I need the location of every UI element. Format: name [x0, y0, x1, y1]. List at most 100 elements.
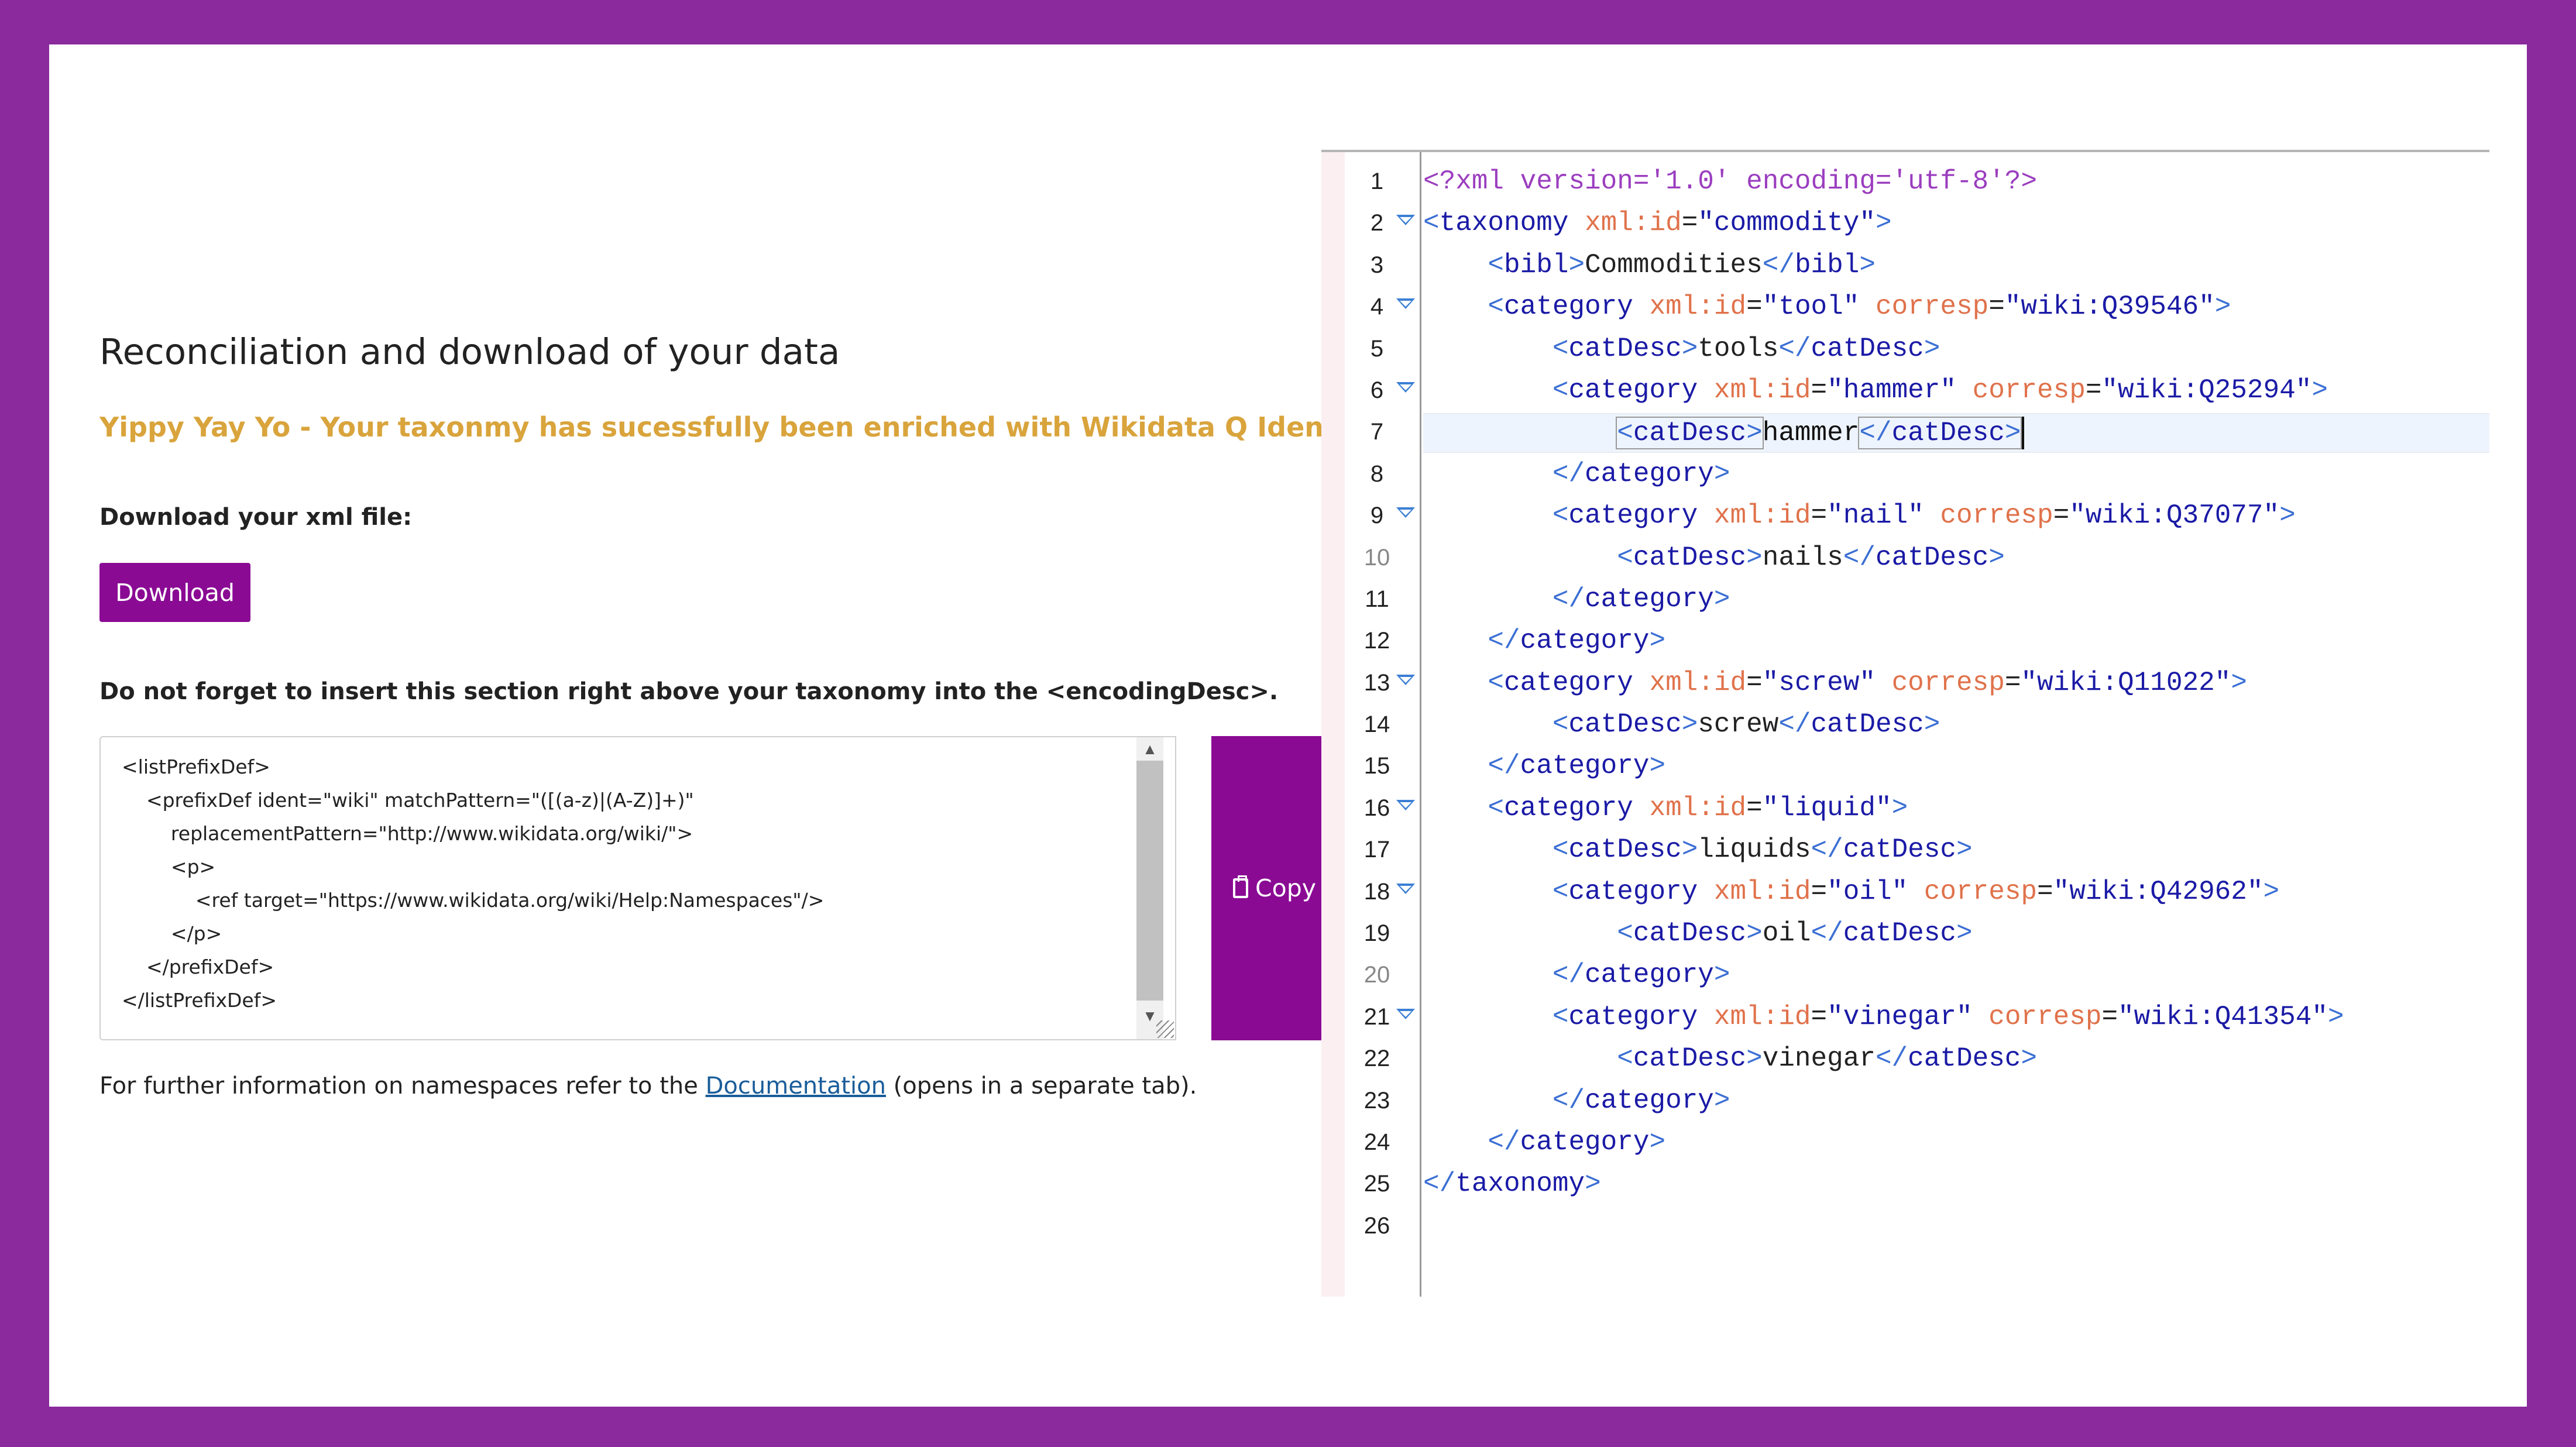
- editor-line[interactable]: 17 <catDesc>liquids</catDesc>: [1321, 831, 2489, 872]
- editor-line[interactable]: 23 </category>: [1321, 1082, 2489, 1123]
- code-line-text: <?xml version='1.0' encoding='utf-8'?>: [1423, 166, 2037, 197]
- editor-line[interactable]: 20 </category>: [1321, 956, 2489, 998]
- code-line-text: <category xml:id="tool" corresp="wiki:Q3…: [1488, 291, 2231, 322]
- line-number: 16: [1363, 795, 1390, 821]
- editor-line[interactable]: 7 <catDesc>hammer</catDesc>: [1321, 413, 2489, 455]
- fold-arrow-icon[interactable]: [1396, 298, 1415, 310]
- editor-line[interactable]: 4 <category xml:id="tool" corresp="wiki:…: [1321, 288, 2489, 329]
- clipboard-icon: [1232, 875, 1248, 898]
- page-title: Reconciliation and download of your data: [99, 331, 840, 373]
- editor-line[interactable]: 1 <?xml version='1.0' encoding='utf-8'?>: [1321, 163, 2489, 204]
- fold-arrow-icon[interactable]: [1396, 507, 1415, 518]
- line-number: 2: [1370, 210, 1384, 236]
- text-cursor: [2022, 417, 2025, 450]
- code-line-text: <catDesc>liquids</catDesc>: [1552, 834, 1973, 865]
- line-number: 11: [1365, 586, 1389, 612]
- line-number: 7: [1370, 419, 1384, 445]
- code-line-text: </category>: [1488, 751, 1666, 782]
- success-message: Yippy Yay Yo - Your taxonmy has sucessfu…: [99, 411, 1426, 443]
- code-line-text: <catDesc>screw</catDesc>: [1552, 709, 1940, 740]
- download-button[interactable]: Download: [99, 563, 250, 622]
- editor-line[interactable]: 24 </category>: [1321, 1123, 2489, 1165]
- code-line-text: <category xml:id="screw" corresp="wiki:Q…: [1488, 667, 2247, 698]
- prefix-def-code: <listPrefixDef> <prefixDef ident="wiki" …: [122, 755, 825, 1012]
- fold-arrow-icon[interactable]: [1396, 883, 1415, 894]
- line-number: 22: [1363, 1046, 1390, 1072]
- further-info-suffix: (opens in a separate tab).: [885, 1073, 1197, 1099]
- editor-line[interactable]: 10 <catDesc>nails</catDesc>: [1321, 539, 2489, 580]
- line-number: 10: [1363, 544, 1390, 570]
- editor-line[interactable]: 3 <bibl>Commodities</bibl>: [1321, 246, 2489, 288]
- line-number: 14: [1363, 712, 1390, 738]
- line-number: 15: [1363, 753, 1390, 779]
- editor-line[interactable]: 13 <category xml:id="screw" corresp="wik…: [1321, 664, 2489, 706]
- line-number: 21: [1363, 1003, 1390, 1030]
- documentation-link[interactable]: Documentation: [706, 1073, 886, 1099]
- line-number: 20: [1363, 962, 1390, 988]
- line-number: 5: [1370, 335, 1384, 362]
- line-number: 4: [1370, 294, 1384, 320]
- code-line-text: <taxonomy xml:id="commodity">: [1423, 208, 1892, 239]
- editor-lines: 1 <?xml version='1.0' encoding='utf-8'?> 2…: [1321, 163, 2489, 1249]
- editor-line[interactable]: 14 <catDesc>screw</catDesc>: [1321, 706, 2489, 747]
- code-line-text: <bibl>Commodities</bibl>: [1488, 249, 1876, 280]
- code-line-text: <category xml:id="nail" corresp="wiki:Q3…: [1552, 500, 2296, 531]
- scroll-up-icon[interactable]: ▲: [1136, 737, 1163, 761]
- code-line-text: </category>: [1552, 1085, 1730, 1116]
- line-number: 6: [1370, 377, 1384, 403]
- editor-line[interactable]: 5 <catDesc>tools</catDesc>: [1321, 330, 2489, 372]
- fold-arrow-icon[interactable]: [1396, 215, 1415, 226]
- editor-line[interactable]: 2 <taxonomy xml:id="commodity">: [1321, 204, 2489, 246]
- line-number: 13: [1363, 669, 1390, 696]
- code-line-text: <category xml:id="liquid">: [1488, 792, 1908, 823]
- code-line-text: </category>: [1488, 1126, 1666, 1157]
- prefix-def-textarea[interactable]: <listPrefixDef> <prefixDef ident="wiki" …: [99, 736, 1176, 1040]
- copy-button-label: Copy: [1255, 874, 1316, 902]
- editor-line[interactable]: 15 </category>: [1321, 747, 2489, 789]
- editor-line[interactable]: 16 <category xml:id="liquid">: [1321, 789, 2489, 831]
- code-line-text: <catDesc>oil</catDesc>: [1617, 918, 1973, 949]
- editor-line[interactable]: 11 </category>: [1321, 580, 2489, 622]
- scroll-thumb[interactable]: [1136, 761, 1163, 1001]
- code-line-text: </category>: [1552, 960, 1730, 991]
- further-info: For further information on namespaces re…: [99, 1073, 1197, 1099]
- code-line-text: <catDesc>tools</catDesc>: [1552, 333, 1940, 364]
- editor-line[interactable]: 25 </taxonomy>: [1321, 1165, 2489, 1207]
- editor-line[interactable]: 21 <category xml:id="vinegar" corresp="w…: [1321, 998, 2489, 1040]
- xml-editor[interactable]: 1 <?xml version='1.0' encoding='utf-8'?> 2…: [1321, 150, 2489, 1297]
- code-line-text: <catDesc>vinegar</catDesc>: [1617, 1043, 2038, 1074]
- fold-arrow-icon[interactable]: [1396, 381, 1415, 393]
- main-panel: Reconciliation and download of your data…: [49, 44, 2527, 1407]
- line-number: 8: [1370, 460, 1384, 487]
- resize-grip-icon[interactable]: [1156, 1020, 1174, 1038]
- fold-arrow-icon[interactable]: [1396, 674, 1415, 685]
- copy-button[interactable]: Copy: [1211, 736, 1338, 1040]
- code-line-text: <category xml:id="vinegar" corresp="wiki…: [1552, 1001, 2344, 1032]
- code-line-text: <category xml:id="oil" corresp="wiki:Q42…: [1552, 876, 2280, 907]
- insert-note: Do not forget to insert this section rig…: [99, 678, 1279, 705]
- line-number: 12: [1363, 628, 1390, 654]
- fold-arrow-icon[interactable]: [1396, 1008, 1415, 1019]
- line-number: 26: [1363, 1212, 1390, 1239]
- code-line-text: </category>: [1552, 583, 1730, 614]
- code-line-text: </category>: [1488, 625, 1666, 657]
- editor-line[interactable]: 8 </category>: [1321, 455, 2489, 497]
- line-number: 24: [1363, 1129, 1390, 1155]
- textarea-scrollbar[interactable]: ▲ ▼: [1136, 737, 1163, 1039]
- fold-arrow-icon[interactable]: [1396, 799, 1415, 810]
- line-number: 19: [1363, 920, 1390, 947]
- line-number: 17: [1363, 837, 1390, 863]
- code-line-text: <category xml:id="hammer" corresp="wiki:…: [1552, 374, 2328, 405]
- further-info-prefix: For further information on namespaces re…: [99, 1073, 706, 1099]
- editor-line[interactable]: 12 </category>: [1321, 622, 2489, 664]
- code-line-text: </taxonomy>: [1423, 1168, 1601, 1199]
- editor-line[interactable]: 18 <category xml:id="oil" corresp="wiki:…: [1321, 873, 2489, 915]
- editor-line[interactable]: 26: [1321, 1207, 2489, 1249]
- editor-line[interactable]: 19 <catDesc>oil</catDesc>: [1321, 915, 2489, 956]
- line-number: 23: [1363, 1087, 1390, 1113]
- editor-line[interactable]: 6 <category xml:id="hammer" corresp="wik…: [1321, 372, 2489, 413]
- editor-line[interactable]: 9 <category xml:id="nail" corresp="wiki:…: [1321, 497, 2489, 538]
- line-number: 18: [1363, 878, 1390, 905]
- editor-line[interactable]: 22 <catDesc>vinegar</catDesc>: [1321, 1040, 2489, 1081]
